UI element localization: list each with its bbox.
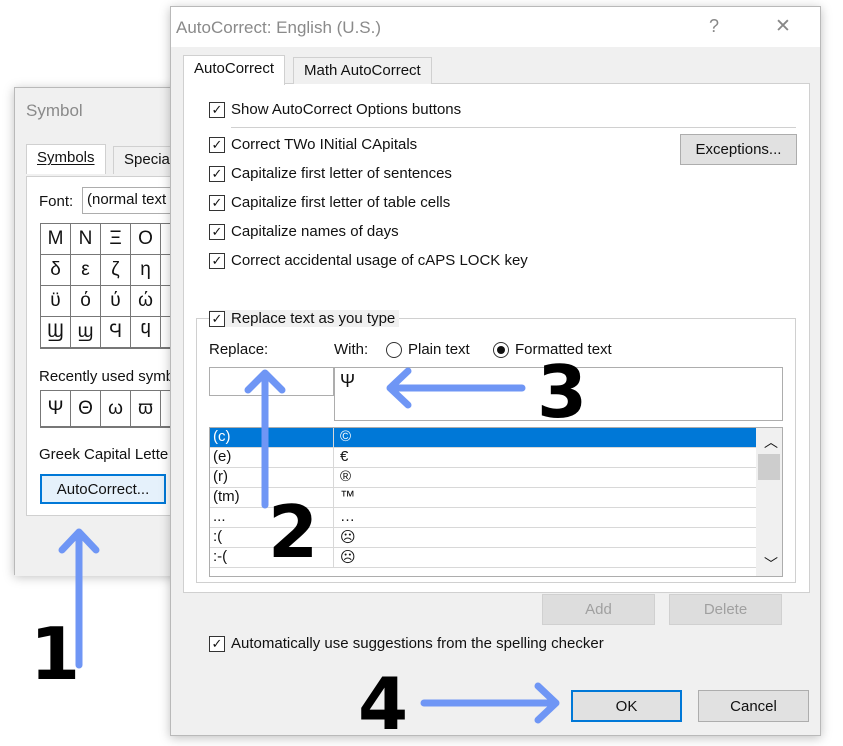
arrow-4 [420, 682, 560, 724]
step-1-label: 1 [30, 612, 81, 696]
step-4-label: 4 [358, 662, 409, 746]
arrow-3 [386, 367, 526, 409]
arrow-2 [244, 369, 286, 509]
annotation-arrows [58, 367, 560, 724]
step-3-label: 3 [537, 350, 588, 434]
step-2-label: 2 [268, 490, 319, 574]
